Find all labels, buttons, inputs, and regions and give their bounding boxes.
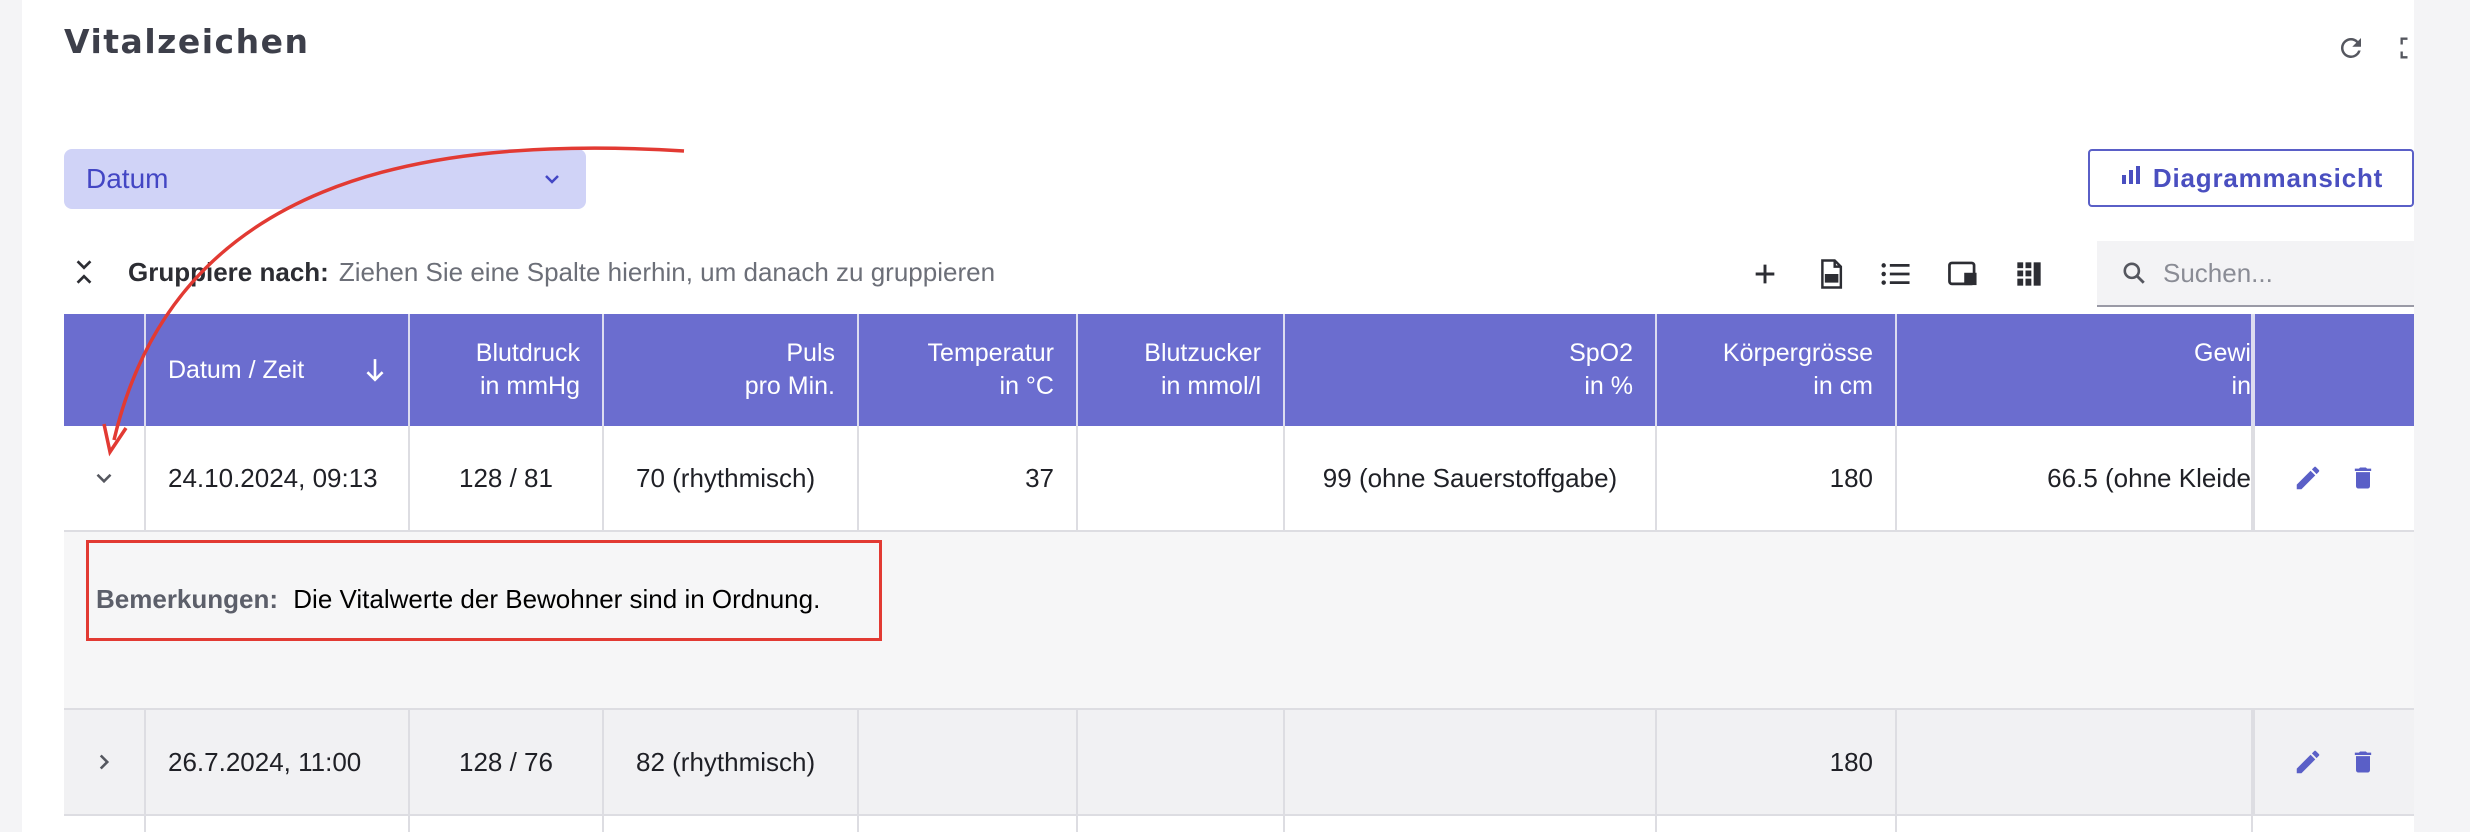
row-cell: [1078, 816, 1285, 832]
header-puls-line2: pro Min.: [744, 372, 835, 400]
header-gewicht-line2: in: [2231, 372, 2251, 400]
diagram-view-button[interactable]: Diagrammansicht: [2088, 149, 2414, 207]
table-row: [64, 816, 2414, 832]
list-icon[interactable]: [1876, 254, 1916, 294]
header-blutzucker-line2: in mmol/l: [1160, 372, 1261, 400]
cell-spo2: [1285, 710, 1657, 816]
row-actions: [2253, 710, 2414, 816]
table-row: 24.10.2024, 09:13 128 / 81 70 (rhythmisc…: [64, 426, 2414, 532]
header-datum-zeit-label: Datum / Zeit: [168, 355, 305, 384]
edit-icon[interactable]: [2293, 463, 2323, 493]
header-temperatur[interactable]: Temperatur in °C: [859, 314, 1078, 426]
fullscreen-icon[interactable]: [2393, 30, 2414, 66]
row-cell: [1897, 816, 2253, 832]
filter-dropdown[interactable]: Datum: [64, 149, 586, 209]
cell-temperatur: [859, 710, 1078, 816]
cell-temperatur: 37: [859, 426, 1078, 532]
chevron-right-icon[interactable]: [64, 710, 146, 816]
cell-groesse: 180: [1657, 426, 1897, 532]
cell-blutdruck: 128 / 81: [410, 426, 604, 532]
header-puls-line1: Puls: [786, 339, 835, 367]
group-by-label: Gruppiere nach:: [128, 256, 329, 287]
cell-blutdruck: 128 / 76: [410, 710, 604, 816]
header-spo2-line2: in %: [1584, 372, 1633, 400]
cell-spo2: 99 (ohne Sauerstoffgabe): [1285, 426, 1657, 532]
row-cell: [146, 816, 410, 832]
sort-down-arrow-icon[interactable]: [364, 357, 386, 383]
search-box: [2097, 241, 2414, 307]
page-title: Vitalzeichen: [64, 22, 310, 61]
bar-chart-icon: [2119, 163, 2143, 194]
cell-puls: 70 (rhythmisch): [604, 426, 859, 532]
header-gewicht-line1: Gewi: [2194, 339, 2251, 367]
header-actions-column: [2253, 314, 2414, 426]
edit-icon[interactable]: [2293, 747, 2323, 777]
row-cell: [410, 816, 604, 832]
cell-gewicht: 66.5 (ohne Kleide: [1897, 426, 2253, 532]
search-icon: [2121, 260, 2147, 286]
collapse-expand-icon[interactable]: [64, 257, 104, 287]
row-cell: [64, 816, 146, 832]
diagram-view-label: Diagrammansicht: [2152, 162, 2384, 193]
group-by-bar: Gruppiere nach: Ziehen Sie eine Spalte h…: [64, 250, 995, 294]
header-datum-zeit[interactable]: Datum / Zeit: [146, 314, 410, 426]
cell-gewicht: [1897, 710, 2253, 816]
row-cell: [604, 816, 859, 832]
header-koerpergroesse[interactable]: Körpergrösse in cm: [1657, 314, 1897, 426]
group-by-hint: Ziehen Sie eine Spalte hierhin, um danac…: [338, 256, 996, 287]
cell-datum: 24.10.2024, 09:13: [146, 426, 410, 532]
cell-blutzucker: [1078, 426, 1285, 532]
chevron-down-icon[interactable]: [64, 426, 146, 532]
cell-puls: 82 (rhythmisch): [604, 710, 859, 816]
table-row: 26.7.2024, 11:00 128 / 76 82 (rhythmisch…: [64, 710, 2414, 816]
header-blutzucker[interactable]: Blutzucker in mmol/l: [1078, 314, 1285, 426]
delete-icon[interactable]: [2349, 747, 2377, 777]
cell-datum: 26.7.2024, 11:00: [146, 710, 410, 816]
grid-icon[interactable]: [2009, 254, 2049, 294]
header-temperatur-line1: Temperatur: [927, 339, 1054, 367]
header-puls[interactable]: Puls pro Min.: [604, 314, 859, 426]
header-koerpergroesse-line2: in cm: [1813, 372, 1873, 400]
cell-blutzucker: [1078, 710, 1285, 816]
header-blutdruck[interactable]: Blutdruck in mmHg: [410, 314, 604, 426]
header-gewicht[interactable]: Gewi in: [1897, 314, 2253, 426]
cell-groesse: 180: [1657, 710, 1897, 816]
pdf-icon[interactable]: [1811, 254, 1851, 294]
delete-icon[interactable]: [2349, 463, 2377, 493]
chevron-down-icon: [540, 167, 564, 196]
header-koerpergroesse-line1: Körpergrösse: [1722, 339, 1873, 367]
header-blutdruck-line1: Blutdruck: [475, 339, 580, 367]
vitals-panel: Vitalzeichen Datum Diagrammansicht Grupp…: [22, 0, 2414, 832]
header-spo2[interactable]: SpO2 in %: [1285, 314, 1657, 426]
header-temperatur-line2: in °C: [999, 372, 1054, 400]
header-expand-column: [64, 314, 146, 426]
row-cell: [1657, 816, 1897, 832]
row-cell: [1285, 816, 1657, 832]
annotation-highlight-box: [86, 540, 882, 641]
row-actions: [2253, 426, 2414, 532]
header-blutdruck-line2: in mmHg: [479, 372, 580, 400]
column-chooser-icon[interactable]: [1943, 254, 1983, 294]
search-input[interactable]: [2161, 256, 2405, 290]
header-spo2-line1: SpO2: [1569, 339, 1633, 367]
plus-icon[interactable]: [1745, 254, 1785, 294]
filter-selected-value: Datum: [86, 163, 169, 194]
header-blutzucker-line1: Blutzucker: [1144, 339, 1261, 367]
row-cell: [859, 816, 1078, 832]
refresh-icon[interactable]: [2333, 30, 2369, 66]
